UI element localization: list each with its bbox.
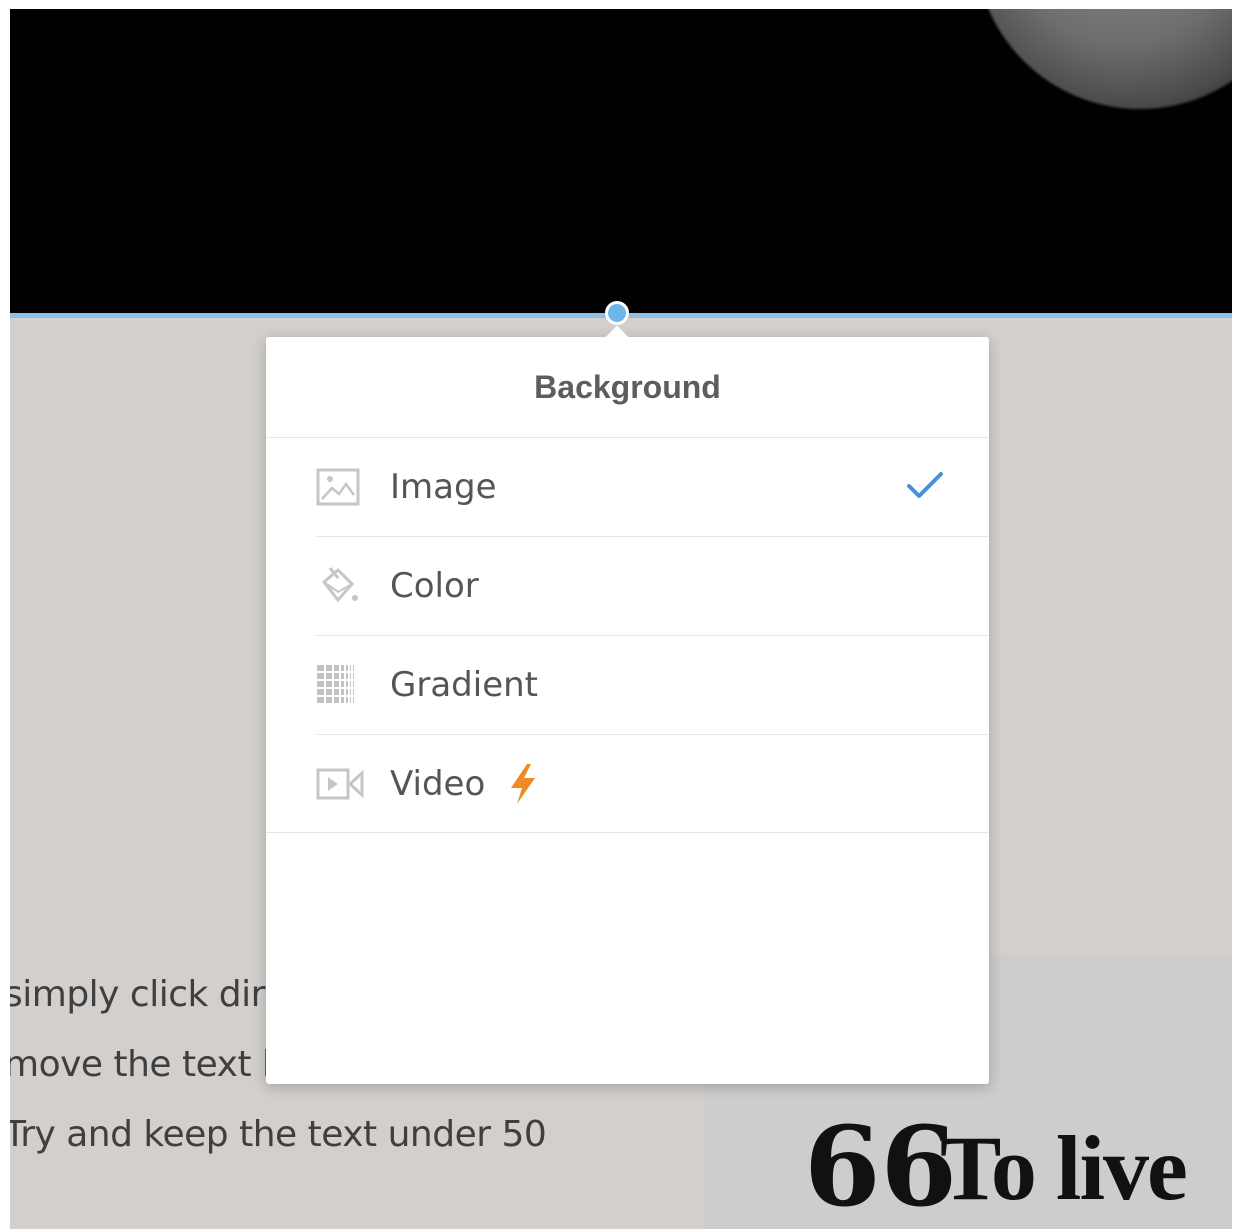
hero-section-image[interactable] xyxy=(10,9,1232,313)
page-canvas: simply click dir move the text b Try and… xyxy=(10,9,1232,1229)
quote-mark: 66 xyxy=(804,1102,958,1229)
video-icon xyxy=(316,761,366,807)
body-text-line[interactable]: move the text b xyxy=(10,1044,285,1085)
moon-image xyxy=(975,9,1232,109)
option-label: Image xyxy=(390,467,497,507)
image-icon xyxy=(316,464,366,510)
divider-handle[interactable] xyxy=(605,301,629,325)
background-popover: Background Image Color Gradient Video xyxy=(266,325,989,1084)
body-text-line[interactable]: simply click dir xyxy=(10,974,265,1015)
option-label: Gradient xyxy=(390,665,538,705)
option-video[interactable]: Video xyxy=(266,735,989,833)
body-text-line[interactable]: Try and keep the text under 50 xyxy=(10,1114,547,1155)
option-label: Video xyxy=(390,763,486,804)
option-image[interactable]: Image xyxy=(316,438,989,537)
quote-text[interactable]: To live xyxy=(940,1122,1188,1214)
lightning-bolt-icon xyxy=(511,763,536,804)
paint-bucket-icon xyxy=(316,563,366,609)
checkmark-icon xyxy=(907,472,943,498)
option-gradient[interactable]: Gradient xyxy=(316,636,989,735)
option-color[interactable]: Color xyxy=(316,537,989,636)
gradient-icon xyxy=(316,662,366,708)
popover-title: Background xyxy=(266,337,989,438)
option-label: Color xyxy=(390,566,479,606)
